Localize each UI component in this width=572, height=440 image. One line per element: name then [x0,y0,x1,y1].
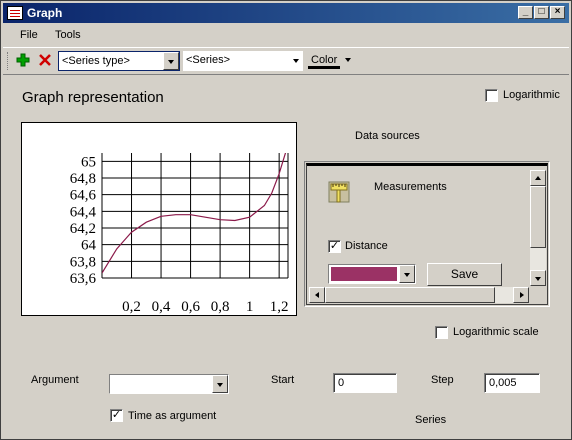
menu-file[interactable]: File [20,29,38,41]
title-bar[interactable]: Graph _ □ × [3,3,569,23]
measurements-label: Measurements [374,181,447,193]
logarithmic-checkbox[interactable] [485,89,498,102]
data-sources-inner: Measurements ✓ Distance Save [306,163,548,305]
argument-label: Argument [31,374,79,386]
app-icon [7,6,23,20]
logarithmic-scale-label: Logarithmic scale [453,326,539,338]
graph-heading: Graph representation [22,89,164,106]
graph-window: Graph _ □ × File Tools <Series type> <Se… [0,0,572,440]
data-sources-panel: Measurements ✓ Distance Save [304,161,550,307]
hscroll-thumb[interactable] [325,287,495,303]
x-tick-label: 1,2 [270,299,289,315]
time-as-argument-label: Time as argument [128,410,217,422]
vertical-scrollbar[interactable] [530,170,546,286]
series-line [102,153,287,274]
distance-label: Distance [345,240,388,252]
chevron-down-icon[interactable] [212,375,228,393]
x-tick-label: 0,4 [152,299,171,315]
time-as-argument-checkbox[interactable]: ✓ [110,409,123,422]
logarithmic-label: Logarithmic [503,89,560,101]
close-button[interactable]: × [550,6,565,19]
data-sources-title: Data sources [355,130,420,142]
chevron-down-icon[interactable] [345,58,351,62]
y-tick-label: 63,8 [70,254,96,270]
minimize-button[interactable]: _ [518,6,533,19]
series-select[interactable]: <Series> [183,51,303,71]
y-tick-label: 64,4 [70,204,97,220]
scroll-down-button[interactable] [530,270,546,286]
add-icon[interactable] [16,53,30,67]
scroll-up-button[interactable] [530,170,546,186]
color-picker-label[interactable]: Color [311,54,337,66]
x-tick-label: 0,6 [181,299,200,315]
window-title: Graph [27,6,63,20]
chevron-down-icon[interactable] [293,59,299,63]
horizontal-scrollbar[interactable] [309,287,529,303]
y-tick-label: 64,8 [70,171,96,187]
distance-checkbox[interactable]: ✓ [328,240,341,253]
step-input[interactable]: 0,005 [484,373,540,393]
menu-bar: File Tools [3,25,569,45]
line-chart: 0,2 0,4 0,6 0,8 1 1,2 6564,864,664,464,26463,8… [70,153,289,315]
argument-select[interactable] [109,374,229,394]
start-label: Start [271,374,295,386]
y-tick-label: 64 [81,238,97,254]
x-tick-label: 1 [246,299,254,315]
graph-panel[interactable]: 0,2 0,4 0,6 0,8 1 1,2 65 64,8 64,6 64,4 64,2 64 63,8… [21,122,297,316]
ruler-icon [328,181,350,203]
distance-color-select[interactable] [328,264,416,284]
step-label: Step [431,374,454,386]
save-button[interactable]: Save [427,263,502,286]
scroll-thumb[interactable] [530,186,546,248]
chevron-down-icon[interactable] [163,52,179,70]
menu-tools[interactable]: Tools [55,29,81,41]
toolbar-grip[interactable] [7,52,11,70]
series-type-select[interactable]: <Series type> [58,51,180,71]
x-tick-label: 0,2 [122,299,141,315]
y-tick-label: 63,6 [70,271,97,287]
color-swatch [331,267,397,281]
chevron-down-icon[interactable] [399,265,415,283]
series-label: Series [415,414,447,426]
toolbar: <Series type> <Series> Color [3,47,569,75]
start-input[interactable]: 0 [333,373,397,393]
y-tick-label: 65 [81,154,96,170]
scroll-left-button[interactable] [309,287,325,303]
y-tick-label: 64,2 [70,221,96,237]
logarithmic-scale-checkbox[interactable] [435,326,448,339]
x-tick-label: 0,8 [211,299,230,315]
delete-icon[interactable] [38,53,52,67]
scroll-right-button[interactable] [513,287,529,303]
color-bar [308,66,340,69]
y-tick-label: 64,6 [70,188,97,204]
maximize-button[interactable]: □ [534,6,549,19]
